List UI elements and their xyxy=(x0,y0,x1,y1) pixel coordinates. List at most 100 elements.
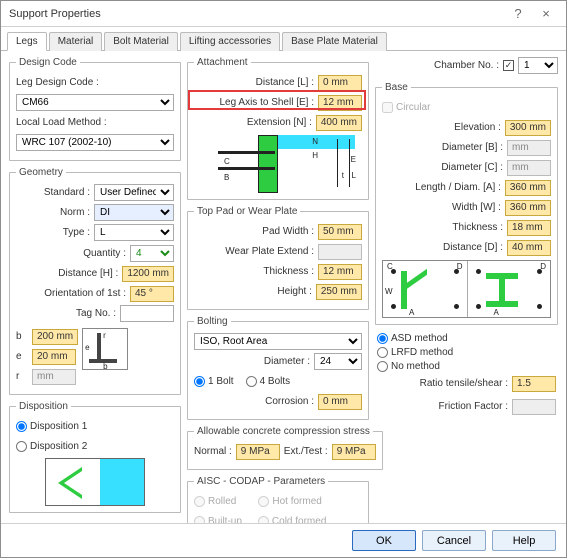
chamber-row: Chamber No. : ✓ 1 xyxy=(375,57,558,74)
value-wp-extend[interactable] xyxy=(318,244,362,260)
label-len-a: Length / Diam. [A] : xyxy=(382,182,501,193)
label-pad-thickness: Thickness : xyxy=(194,266,314,277)
group-aisc: AISC - CODAP - Parameters Rolled Hot for… xyxy=(187,476,369,523)
dialog-support-properties: Support Properties ? × Legs Material Bol… xyxy=(0,0,567,558)
value-e[interactable]: 20 mm xyxy=(32,349,76,365)
label-pad-width: Pad Width : xyxy=(194,226,314,237)
value-ratio[interactable]: 1.5 xyxy=(512,376,556,392)
value-corrosion[interactable]: 0 mm xyxy=(318,394,362,410)
label-b: b xyxy=(16,331,28,342)
value-dia-c[interactable]: mm xyxy=(507,160,551,176)
label-extension-n: Extension [N] : xyxy=(194,117,312,128)
label-e: e xyxy=(16,351,28,362)
radio-asd[interactable]: ASD method xyxy=(377,333,556,344)
value-friction[interactable] xyxy=(512,399,556,415)
label-corrosion: Corrosion : xyxy=(194,396,314,407)
diagram-attachment: N H C B E L t xyxy=(194,135,362,193)
select-chamber[interactable]: 1 xyxy=(518,57,558,74)
select-leg-design-code[interactable]: CM66 xyxy=(16,94,174,111)
check-circular: Circular xyxy=(382,102,430,113)
value-thickness[interactable]: 18 mm xyxy=(507,220,551,236)
select-quantity[interactable]: 4 xyxy=(130,245,174,262)
label-bolt-dia: Diameter : xyxy=(194,356,310,367)
label-tagno: Tag No. : xyxy=(16,308,116,319)
label-distance-h: Distance [H] : xyxy=(16,268,118,279)
value-pad-height[interactable]: 250 mm xyxy=(316,284,362,300)
help-button[interactable]: Help xyxy=(492,530,556,551)
legend-top-pad: Top Pad or Wear Plate xyxy=(194,206,300,217)
group-design-code: Design Code Leg Design Code : CM66 Local… xyxy=(9,57,181,161)
value-orientation[interactable]: 45 ° xyxy=(130,286,174,302)
label-leg-design-code: Leg Design Code : xyxy=(16,77,99,88)
select-bolt-std[interactable]: ISO, Root Area xyxy=(194,333,362,350)
value-distance-d[interactable]: 40 mm xyxy=(507,240,551,256)
tab-base-plate-material[interactable]: Base Plate Material xyxy=(282,32,387,51)
ok-button[interactable]: OK xyxy=(352,530,416,551)
label-distance-l: Distance [L] : xyxy=(194,77,314,88)
label-wp-extend: Wear Plate Extend : xyxy=(194,246,314,257)
label-ratio: Ratio tensile/shear : xyxy=(377,378,508,389)
select-type[interactable]: L xyxy=(94,224,174,241)
select-local-load[interactable]: WRC 107 (2002-10) xyxy=(16,134,174,151)
value-dia-b[interactable]: mm xyxy=(507,140,551,156)
input-tagno[interactable] xyxy=(120,305,174,322)
value-r[interactable]: mm xyxy=(32,369,76,385)
value-extension-n[interactable]: 400 mm xyxy=(316,115,362,131)
radio-1-bolt[interactable]: 1 Bolt xyxy=(194,376,234,387)
label-elevation: Elevation : xyxy=(382,122,501,133)
label-norm: Norm : xyxy=(16,207,90,218)
label-local-load: Local Load Method : xyxy=(16,117,107,128)
value-pad-width[interactable]: 50 mm xyxy=(318,224,362,240)
value-elevation[interactable]: 300 mm xyxy=(505,120,551,136)
check-chamber[interactable]: ✓ xyxy=(503,60,514,71)
tab-lifting-accessories[interactable]: Lifting accessories xyxy=(180,32,280,51)
value-width-w[interactable]: 360 mm xyxy=(505,200,551,216)
cancel-button[interactable]: Cancel xyxy=(422,530,486,551)
window-title: Support Properties xyxy=(9,8,504,20)
value-distance-l[interactable]: 0 mm xyxy=(318,75,362,91)
value-axis-e[interactable]: 12 mm xyxy=(318,95,362,111)
radio-4-bolts[interactable]: 4 Bolts xyxy=(246,376,291,387)
label-normal: Normal : xyxy=(194,446,232,457)
radio-cold-formed: Cold formed xyxy=(258,516,326,523)
value-len-a[interactable]: 360 mm xyxy=(505,180,551,196)
radio-lrfd[interactable]: LRFD method xyxy=(377,347,556,358)
label-dia-c: Diameter [C] : xyxy=(382,162,503,173)
group-bolting: Bolting ISO, Root Area Diameter : 24 1 B… xyxy=(187,316,369,420)
group-allowable-concrete: Allowable concrete compression stress No… xyxy=(187,426,383,470)
titlebar: Support Properties ? × xyxy=(1,1,566,27)
value-ext-test[interactable]: 9 MPa xyxy=(332,444,376,460)
select-standard[interactable]: User Defined xyxy=(94,184,174,201)
select-norm[interactable]: DI xyxy=(94,204,174,221)
select-bolt-dia[interactable]: 24 xyxy=(314,353,362,370)
label-friction: Friction Factor : xyxy=(377,401,508,412)
tab-bolt-material[interactable]: Bolt Material xyxy=(104,32,178,51)
tab-material[interactable]: Material xyxy=(49,32,103,51)
close-icon[interactable]: × xyxy=(532,6,560,21)
label-orientation: Orientation of 1st : xyxy=(16,288,126,299)
legend-geometry: Geometry xyxy=(16,167,66,178)
label-ext-test: Ext./Test : xyxy=(284,446,328,457)
group-geometry: Geometry Standard : User Defined Norm : … xyxy=(9,167,181,395)
value-pad-thickness[interactable]: 12 mm xyxy=(318,264,362,280)
help-icon[interactable]: ? xyxy=(504,6,532,21)
radio-rolled: Rolled xyxy=(194,496,236,507)
legend-aisc: AISC - CODAP - Parameters xyxy=(194,476,328,487)
label-dia-b: Diameter [B] : xyxy=(382,142,503,153)
radio-disposition-2[interactable]: Disposition 2 xyxy=(16,441,87,452)
content-area: Design Code Leg Design Code : CM66 Local… xyxy=(1,51,566,523)
radio-disposition-1[interactable]: Disposition 1 xyxy=(16,421,87,432)
tab-legs[interactable]: Legs xyxy=(7,32,47,51)
value-distance-h[interactable]: 1200 mm xyxy=(122,266,174,282)
legend-attachment: Attachment xyxy=(194,57,251,68)
diagram-base: C W D A D A xyxy=(382,260,551,318)
label-thickness: Thickness : xyxy=(382,222,503,233)
value-normal[interactable]: 9 MPa xyxy=(236,444,280,460)
button-row: OK Cancel Help xyxy=(1,523,566,557)
label-distance-d: Distance [D] : xyxy=(382,242,503,253)
diagram-disposition xyxy=(45,458,145,506)
radio-no-method[interactable]: No method xyxy=(377,361,556,372)
label-r: r xyxy=(16,371,28,382)
legend-disposition: Disposition xyxy=(16,401,71,412)
value-b[interactable]: 200 mm xyxy=(32,329,78,345)
